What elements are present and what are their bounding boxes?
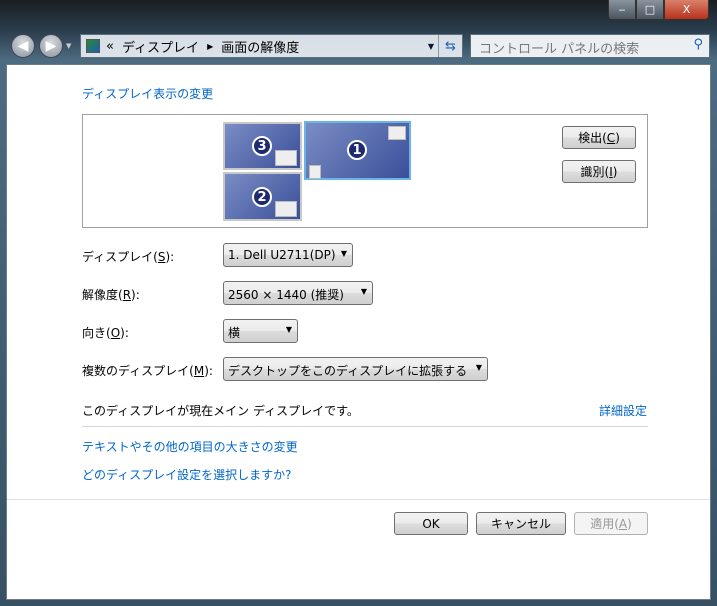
monitor-3[interactable]: 3 bbox=[223, 122, 302, 170]
search-input[interactable]: コントロール パネルの検索 ⚲ bbox=[470, 34, 710, 58]
forward-button[interactable]: ▶ bbox=[39, 34, 63, 58]
resolution-label: 解像度(R): bbox=[82, 288, 140, 302]
display-preview: 3 1 2 検出(C) 識別(I) bbox=[82, 114, 648, 228]
taskbar-icon bbox=[309, 165, 321, 179]
detect-button[interactable]: 検出(C) bbox=[562, 126, 636, 149]
window-controls: ‒ □ X bbox=[608, 0, 709, 21]
minimize-button[interactable]: ‒ bbox=[608, 0, 636, 20]
footer-divider bbox=[7, 499, 710, 500]
address-dropdown-icon[interactable]: ▼ bbox=[428, 42, 434, 51]
monitor-2[interactable]: 2 bbox=[223, 172, 302, 221]
text-size-link[interactable]: テキストやその他の項目の大きさの変更 bbox=[82, 438, 298, 455]
breadcrumb-resolution[interactable]: 画面の解像度 bbox=[221, 37, 299, 56]
window-icon bbox=[388, 126, 406, 140]
recent-pages-dropdown[interactable]: ▼ bbox=[66, 42, 71, 50]
resolution-select[interactable]: 2560 × 1440 (推奨) ▼ bbox=[223, 281, 373, 305]
content-panel: ディスプレイ表示の変更 3 1 2 検出(C) 識別(I) ディスプレイ(S):… bbox=[6, 64, 711, 600]
monitor-number: 2 bbox=[252, 187, 272, 207]
page-heading: ディスプレイ表示の変更 bbox=[82, 87, 214, 101]
chevron-down-icon: ▼ bbox=[475, 363, 482, 372]
search-icon[interactable]: ⚲ bbox=[693, 37, 703, 52]
chevron-down-icon: ▼ bbox=[340, 249, 347, 258]
search-placeholder: コントロール パネルの検索 bbox=[479, 42, 640, 57]
taskbar-icon bbox=[275, 201, 297, 217]
monitor-1[interactable]: 1 bbox=[304, 121, 411, 180]
breadcrumb-display[interactable]: ディスプレイ bbox=[122, 37, 199, 56]
close-button[interactable]: X bbox=[664, 0, 709, 20]
chevron-down-icon: ▼ bbox=[360, 287, 367, 296]
maximize-button[interactable]: □ bbox=[636, 0, 664, 20]
refresh-button[interactable]: ⇆ bbox=[438, 35, 462, 57]
address-bar[interactable]: « ディスプレイ ▶ 画面の解像度 ▼ ⇆ bbox=[80, 34, 463, 58]
arrow-left-icon: ◀ bbox=[17, 38, 29, 54]
divider bbox=[82, 426, 648, 427]
breadcrumb-separator-icon[interactable]: ▶ bbox=[207, 42, 213, 51]
taskbar-icon bbox=[275, 150, 297, 166]
display-select[interactable]: 1. Dell U2711(DP) ▼ bbox=[223, 243, 353, 267]
identify-button[interactable]: 識別(I) bbox=[562, 160, 636, 183]
orientation-select[interactable]: 横 ▼ bbox=[223, 319, 298, 343]
orientation-label: 向き(O): bbox=[82, 326, 129, 340]
apply-button[interactable]: 適用(A) bbox=[574, 512, 648, 535]
control-panel-icon bbox=[86, 39, 100, 53]
main-display-status: このディスプレイが現在メイン ディスプレイです。 bbox=[82, 404, 359, 418]
advanced-settings-link[interactable]: 詳細設定 bbox=[599, 402, 647, 419]
multiple-displays-label: 複数のディスプレイ(M): bbox=[82, 364, 213, 378]
monitor-number: 3 bbox=[252, 136, 272, 156]
ok-button[interactable]: OK bbox=[394, 512, 468, 535]
arrow-right-icon: ▶ bbox=[45, 38, 57, 54]
monitor-number: 1 bbox=[347, 140, 367, 160]
display-label: ディスプレイ(S): bbox=[82, 250, 175, 264]
cancel-button[interactable]: キャンセル bbox=[476, 512, 566, 535]
breadcrumb-overflow[interactable]: « bbox=[106, 39, 114, 54]
back-button[interactable]: ◀ bbox=[11, 34, 35, 58]
chevron-down-icon: ▼ bbox=[285, 325, 292, 334]
multiple-displays-select[interactable]: デスクトップをこのディスプレイに拡張する ▼ bbox=[223, 357, 488, 381]
help-link[interactable]: どのディスプレイ設定を選択しますか? bbox=[82, 466, 292, 483]
